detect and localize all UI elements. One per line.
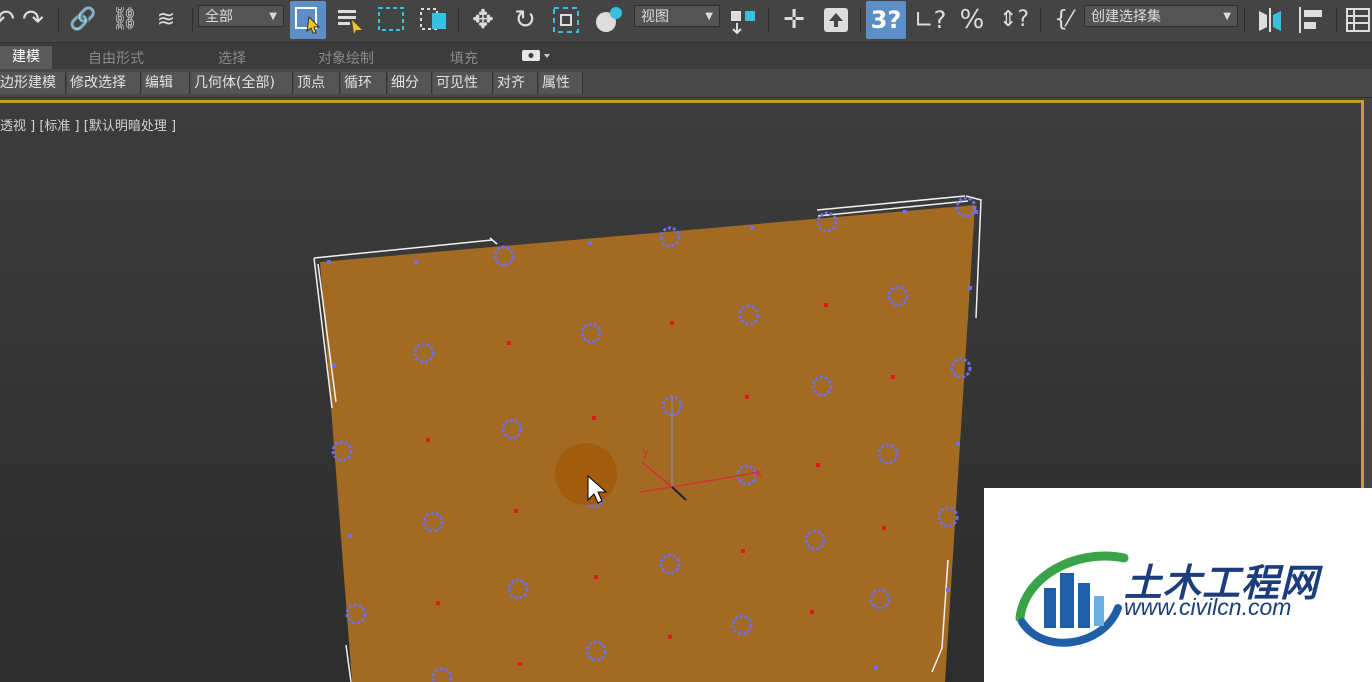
select-by-name-icon[interactable]	[334, 4, 366, 36]
angle-snap-icon[interactable]: ∟?	[912, 4, 948, 36]
face-center-marker	[592, 416, 596, 420]
cursor-highlight	[555, 443, 617, 505]
align-icon[interactable]	[1294, 4, 1328, 36]
percent-snap-icon[interactable]: %	[954, 4, 990, 36]
bind-spacewarp-icon[interactable]: ≋	[150, 4, 182, 36]
face-center-marker	[882, 526, 886, 530]
cmd-align[interactable]: 对齐	[494, 72, 538, 94]
redo-icon[interactable]: ↷	[18, 4, 48, 36]
edge-vertex-marker	[968, 286, 972, 290]
select-place-icon[interactable]	[592, 4, 626, 36]
spinner-snap-icon[interactable]: ⇕?	[996, 4, 1032, 36]
edit-named-selection-icon[interactable]: {⁄	[1046, 4, 1080, 36]
plane-mesh[interactable]	[320, 205, 975, 682]
toolbar-divider	[1244, 8, 1245, 32]
mirror-icon[interactable]	[1252, 4, 1288, 36]
gizmo-x-axis-label: x	[755, 466, 762, 480]
face-center-marker	[436, 601, 440, 605]
face-center-marker	[670, 321, 674, 325]
face-center-marker	[507, 341, 511, 345]
chevron-down-icon: ▼	[1223, 11, 1231, 22]
chevron-down-icon: ▼	[269, 11, 277, 22]
cmd-subdivision[interactable]: 细分	[388, 72, 432, 94]
keyboard-shortcut-override-icon[interactable]	[818, 4, 854, 36]
site-watermark: 土木工程网 www.civilcn.com	[984, 488, 1372, 682]
selection-filter-value: 全部	[205, 9, 233, 25]
face-center-marker	[810, 610, 814, 614]
toolbar-divider	[768, 8, 769, 32]
chevron-down-icon: ▼	[705, 11, 713, 22]
rotate-icon[interactable]: ↻	[508, 4, 542, 36]
cmd-properties[interactable]: 属性	[539, 72, 583, 94]
snaps-toggle-icon[interactable]: 3?	[866, 1, 906, 39]
toolbar-divider	[192, 8, 193, 32]
cmd-loops[interactable]: 循环	[341, 72, 387, 94]
cmd-polygon-modeling[interactable]: 边形建模	[0, 72, 66, 94]
face-center-marker	[741, 549, 745, 553]
reference-coordinate-dropdown[interactable]: 视图 ▼	[634, 5, 720, 27]
unlink-icon[interactable]: ⛓	[110, 4, 140, 36]
selection-filter-dropdown[interactable]: 全部 ▼	[198, 5, 284, 27]
cmd-edit[interactable]: 编辑	[142, 72, 190, 94]
face-center-marker	[426, 438, 430, 442]
face-center-marker	[745, 395, 749, 399]
cmd-visibility[interactable]: 可见性	[433, 72, 493, 94]
toolbar-divider	[1040, 8, 1041, 32]
ribbon-options-icon[interactable]	[522, 46, 552, 70]
ribbon-tab-bar: 建模 自由形式 选择 对象绘制 填充	[0, 43, 1372, 69]
toolbar-divider	[458, 8, 459, 32]
tab-populate[interactable]: 填充	[450, 48, 478, 68]
pivot-center-icon[interactable]	[726, 4, 760, 36]
edge-vertex-marker	[327, 260, 331, 264]
tab-selection[interactable]: 选择	[218, 48, 246, 68]
gizmo-y-axis-label: y	[642, 445, 649, 459]
edge-vertex-marker	[946, 588, 950, 592]
ribbon-command-bar: 边形建模 修改选择 编辑 几何体(全部) 顶点 循环 细分 可见性 对齐 属性	[0, 69, 1372, 98]
move-icon[interactable]: ✥	[466, 4, 500, 36]
undo-icon[interactable]: ↶	[0, 4, 15, 36]
edge-vertex-marker	[974, 210, 978, 214]
edge-vertex-marker	[874, 666, 878, 670]
cmd-vertices[interactable]: 顶点	[294, 72, 340, 94]
edge-vertex-marker	[956, 442, 960, 446]
edge-vertex-marker	[588, 241, 592, 245]
edge-vertex-marker	[903, 210, 907, 214]
toolbar-divider	[1336, 8, 1337, 32]
face-center-marker	[668, 635, 672, 639]
toolbar-divider	[860, 8, 861, 32]
link-icon[interactable]: 🔗	[68, 4, 98, 36]
cmd-modify-selection[interactable]: 修改选择	[67, 72, 141, 94]
face-center-marker	[594, 575, 598, 579]
main-toolbar: ↶ ↷ 🔗 ⛓ ≋ 全部 ▼ ✥ ↻ 视图 ▼ ✛ 3? ∟? % ⇕? {⁄	[0, 0, 1372, 43]
tab-modeling[interactable]: 建模	[0, 46, 52, 69]
edge-vertex-marker	[414, 260, 418, 264]
edge-vertex-marker	[348, 534, 352, 538]
select-manipulate-icon[interactable]: ✛	[776, 4, 812, 36]
rectangular-selection-region-icon[interactable]	[374, 4, 410, 36]
face-center-marker	[824, 303, 828, 307]
face-center-marker	[816, 463, 820, 467]
tab-freeform[interactable]: 自由形式	[88, 48, 144, 68]
face-center-marker	[514, 509, 518, 513]
reference-coordinate-value: 视图	[641, 9, 669, 25]
scale-icon[interactable]	[548, 4, 584, 36]
select-object-icon[interactable]	[290, 1, 326, 39]
window-crossing-icon[interactable]	[416, 4, 452, 36]
edge-vertex-marker	[750, 226, 754, 230]
named-selection-set-dropdown[interactable]: 创建选择集 ▼	[1084, 5, 1238, 27]
named-selection-set-value: 创建选择集	[1091, 9, 1161, 25]
watermark-url: www.civilcn.com	[1124, 594, 1292, 620]
cmd-geometry-all[interactable]: 几何体(全部)	[191, 72, 293, 94]
edge-vertex-marker	[332, 363, 336, 367]
toolbar-divider	[58, 8, 59, 32]
face-center-marker	[891, 375, 895, 379]
tab-object-paint[interactable]: 对象绘制	[318, 48, 374, 68]
face-center-marker	[518, 662, 522, 666]
layer-explorer-icon[interactable]	[1342, 4, 1372, 36]
